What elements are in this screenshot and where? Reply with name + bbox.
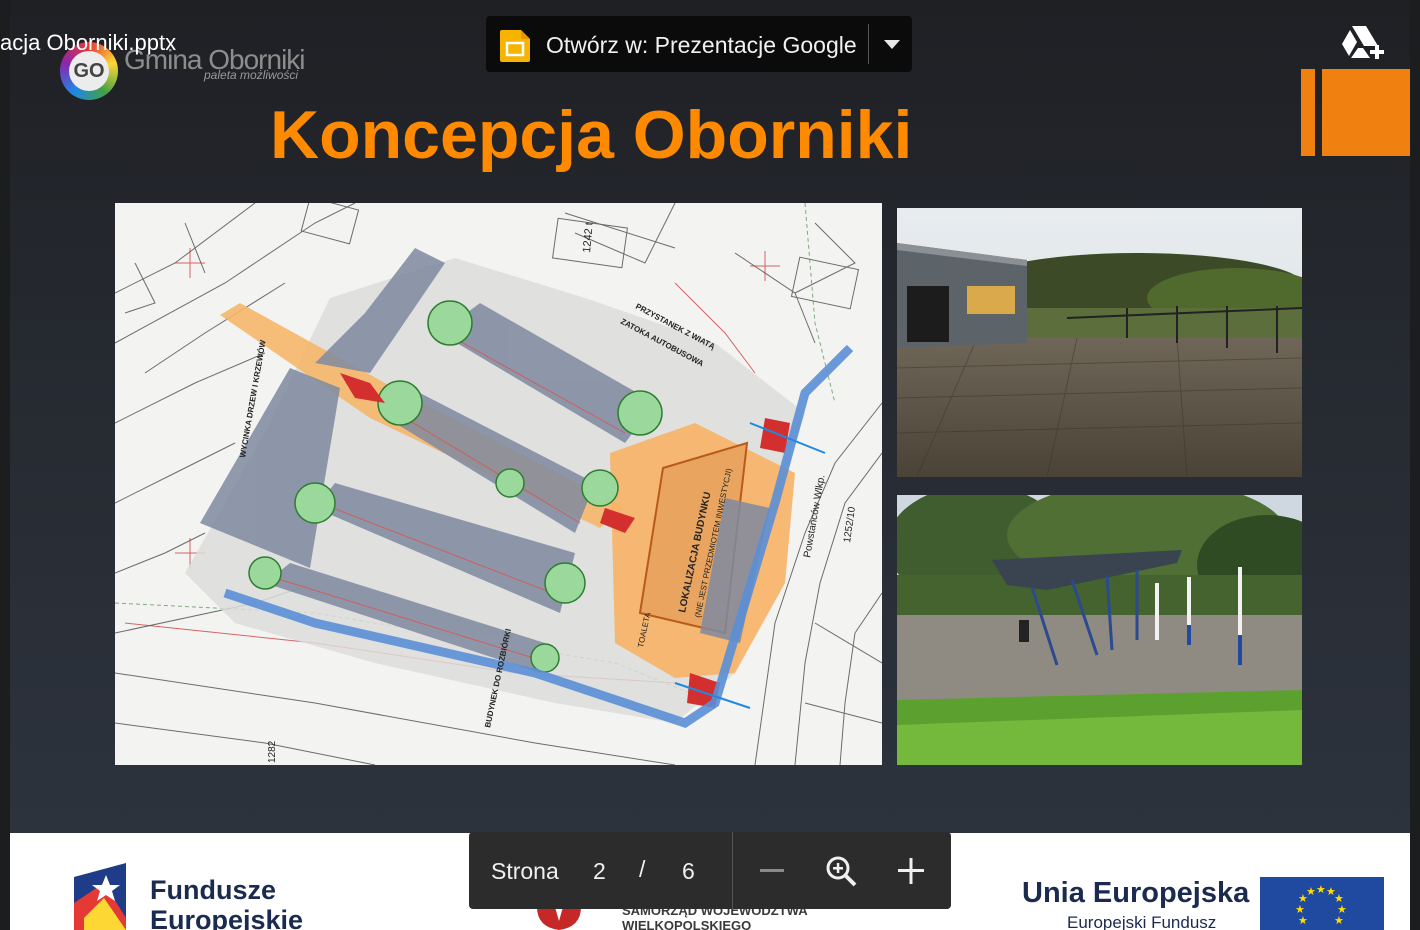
open-button-divider [868,24,869,64]
corner-accent-bar-wide [1322,69,1410,156]
corner-accent-bar-thin [1301,69,1315,156]
presentation-slide: GO Gmina Oborniki paleta możliwości Konc… [10,0,1410,930]
zoom-in-button[interactable] [891,851,931,891]
site-photo-building [897,208,1302,477]
google-slides-icon [500,30,530,62]
drive-add-icon[interactable] [1340,24,1384,64]
zoom-button[interactable] [821,851,861,891]
open-with-google-slides-button[interactable]: Otwórz w: Prezentacje Google [486,16,912,72]
minus-icon [760,869,784,872]
open-with-label: Otwórz w: Prezentacje Google [546,32,857,58]
site-plan-drawing: LOKALIZACJA BUDYNKU (NIE JEST PRZEDMIOTE… [115,203,882,765]
eu-label-line2: Europejski Fundusz [1067,913,1217,930]
viewer-backdrop-left [0,0,10,930]
svg-text:★: ★ [1298,914,1308,927]
region-label-line2: WIELKOPOLSKIEGO [622,918,752,930]
site-photo-building-drawing [897,208,1302,477]
site-photo-bus-shelter [897,495,1302,765]
file-name: acja Oborniki.pptx [0,30,177,55]
logo-tagline: paleta możliwości [204,68,299,82]
fundusze-label-line2: Europejskie [150,905,304,930]
fundusze-europejskie-logo-icon [74,863,126,930]
eu-label-line1: Unia Europejska [1022,877,1250,909]
chevron-down-icon[interactable] [882,36,902,52]
svg-text:★: ★ [1334,914,1344,927]
site-plan-image: LOKALIZACJA BUDYNKU (NIE JEST PRZEDMIOTE… [115,203,882,765]
fundusze-label-line1: Fundusze [150,875,276,905]
slide-title: Koncepcja Oborniki [270,97,913,173]
viewer-backdrop-right [1410,0,1420,930]
site-photo-bus-shelter-drawing [897,495,1302,765]
magnifier-icon [826,856,857,887]
logo-badge: GO [69,51,109,91]
current-page-input[interactable]: 2 [593,858,606,885]
page-label: Strona [491,858,559,884]
total-pages: 6 [682,858,695,884]
page-separator: / [639,856,646,882]
eu-flag-icon: ★ ★★ ★★★ ★★ ★ [1260,877,1384,930]
map-label-parcel3: 1282 [267,740,278,763]
page-navigation-bar: Strona 2 / 6 [469,832,951,909]
plus-icon [898,858,924,884]
pager-divider [732,832,733,909]
zoom-out-button[interactable] [752,851,792,891]
svg-text:★: ★ [1316,883,1326,896]
